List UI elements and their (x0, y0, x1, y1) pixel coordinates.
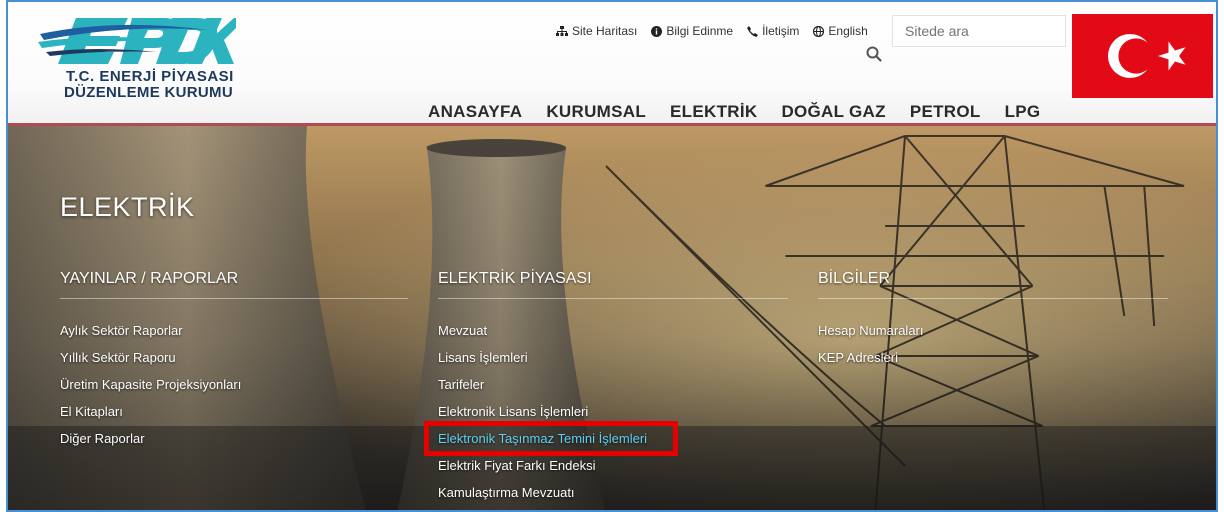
menu-column-title: ELEKTRİK PİYASASI (438, 270, 788, 299)
nav-petrol[interactable]: PETROL (910, 102, 981, 122)
menu-column-info: BİLGİLER Hesap Numaraları KEP Adresleri (818, 270, 1168, 371)
contact-label: İletişim (762, 24, 800, 38)
site-header: T.C. ENERJİ PİYASASI DÜZENLEME KURUMU Si… (8, 2, 1216, 126)
nav-elektrik[interactable]: ELEKTRİK (670, 102, 757, 122)
english-link[interactable]: English (813, 24, 868, 38)
menu-link-tariffs[interactable]: Tarifeler (438, 371, 788, 398)
menu-column-title: YAYINLAR / RAPORLAR (60, 270, 408, 299)
page-title: ELEKTRİK (60, 192, 195, 222)
menu-link-account-numbers[interactable]: Hesap Numaraları (818, 317, 1168, 344)
menu-column-title: BİLGİLER (818, 270, 1168, 299)
english-label: English (828, 24, 868, 38)
main-navigation: ANASAYFA KURUMSAL ELEKTRİK DOĞAL GAZ PET… (428, 102, 1040, 122)
menu-link-property-acquisition[interactable]: Elektronik Taşınmaz Temini İşlemleri (424, 421, 788, 456)
crescent-star-icon (1108, 34, 1186, 78)
menu-link-monthly-reports[interactable]: Aylık Sektör Raporlar (60, 317, 408, 344)
menu-link-expropriation-legislation[interactable]: Kamulaştırma Mevzuatı (438, 479, 788, 506)
site-map-link[interactable]: Site Haritası (556, 24, 637, 38)
menu-link-kep-addresses[interactable]: KEP Adresleri (818, 344, 1168, 371)
info-link[interactable]: Bilgi Edinme (651, 24, 733, 38)
nav-anasayfa[interactable]: ANASAYFA (428, 102, 522, 122)
menu-link-annual-report[interactable]: Yıllık Sektör Raporu (60, 344, 408, 371)
menu-link-license-operations[interactable]: Lisans İşlemleri (438, 344, 788, 371)
logo-text-line1: T.C. ENERJİ PİYASASI (66, 68, 234, 85)
nav-kurumsal[interactable]: KURUMSAL (546, 102, 646, 122)
search-box (892, 15, 1066, 47)
utility-links: Site Haritası Bilgi Edinme İletişim Engl… (556, 24, 868, 38)
globe-icon (813, 25, 825, 37)
hero-mega-menu: ELEKTRİK YAYINLAR / RAPORLAR Aylık Sektö… (8, 126, 1216, 510)
menu-column-reports: YAYINLAR / RAPORLAR Aylık Sektör Raporla… (60, 270, 408, 452)
menu-link-capacity-projections[interactable]: Üretim Kapasite Projeksiyonları (60, 371, 408, 398)
phone-icon (747, 25, 759, 37)
contact-link[interactable]: İletişim (747, 24, 799, 38)
menu-link-legislation[interactable]: Mevzuat (438, 317, 788, 344)
sitemap-icon (556, 25, 568, 36)
menu-column-market: ELEKTRİK PİYASASI Mevzuat Lisans İşlemle… (424, 270, 788, 506)
turkish-flag (1072, 14, 1213, 98)
info-label: Bilgi Edinme (666, 24, 734, 38)
search-input[interactable] (893, 16, 1065, 46)
search-icon[interactable] (866, 46, 882, 62)
epdk-logo-mark (38, 18, 236, 64)
menu-link-handbooks[interactable]: El Kitapları (60, 398, 408, 425)
highlighted-link: Elektronik Taşınmaz Temini İşlemleri (424, 421, 678, 456)
info-icon (651, 25, 663, 37)
highlight-annotation-box (424, 421, 678, 456)
browser-frame: T.C. ENERJİ PİYASASI DÜZENLEME KURUMU Si… (6, 0, 1218, 512)
epdk-logo[interactable]: T.C. ENERJİ PİYASASI DÜZENLEME KURUMU (36, 12, 256, 108)
menu-link-price-difference-index[interactable]: Elektrik Fiyat Farkı Endeksi (438, 452, 788, 479)
menu-link-other-reports[interactable]: Diğer Raporlar (60, 425, 408, 452)
logo-text-line2: DÜZENLEME KURUMU (64, 84, 233, 101)
nav-dogal-gaz[interactable]: DOĞAL GAZ (781, 102, 885, 122)
site-map-label: Site Haritası (572, 24, 638, 38)
nav-lpg[interactable]: LPG (1005, 102, 1041, 122)
